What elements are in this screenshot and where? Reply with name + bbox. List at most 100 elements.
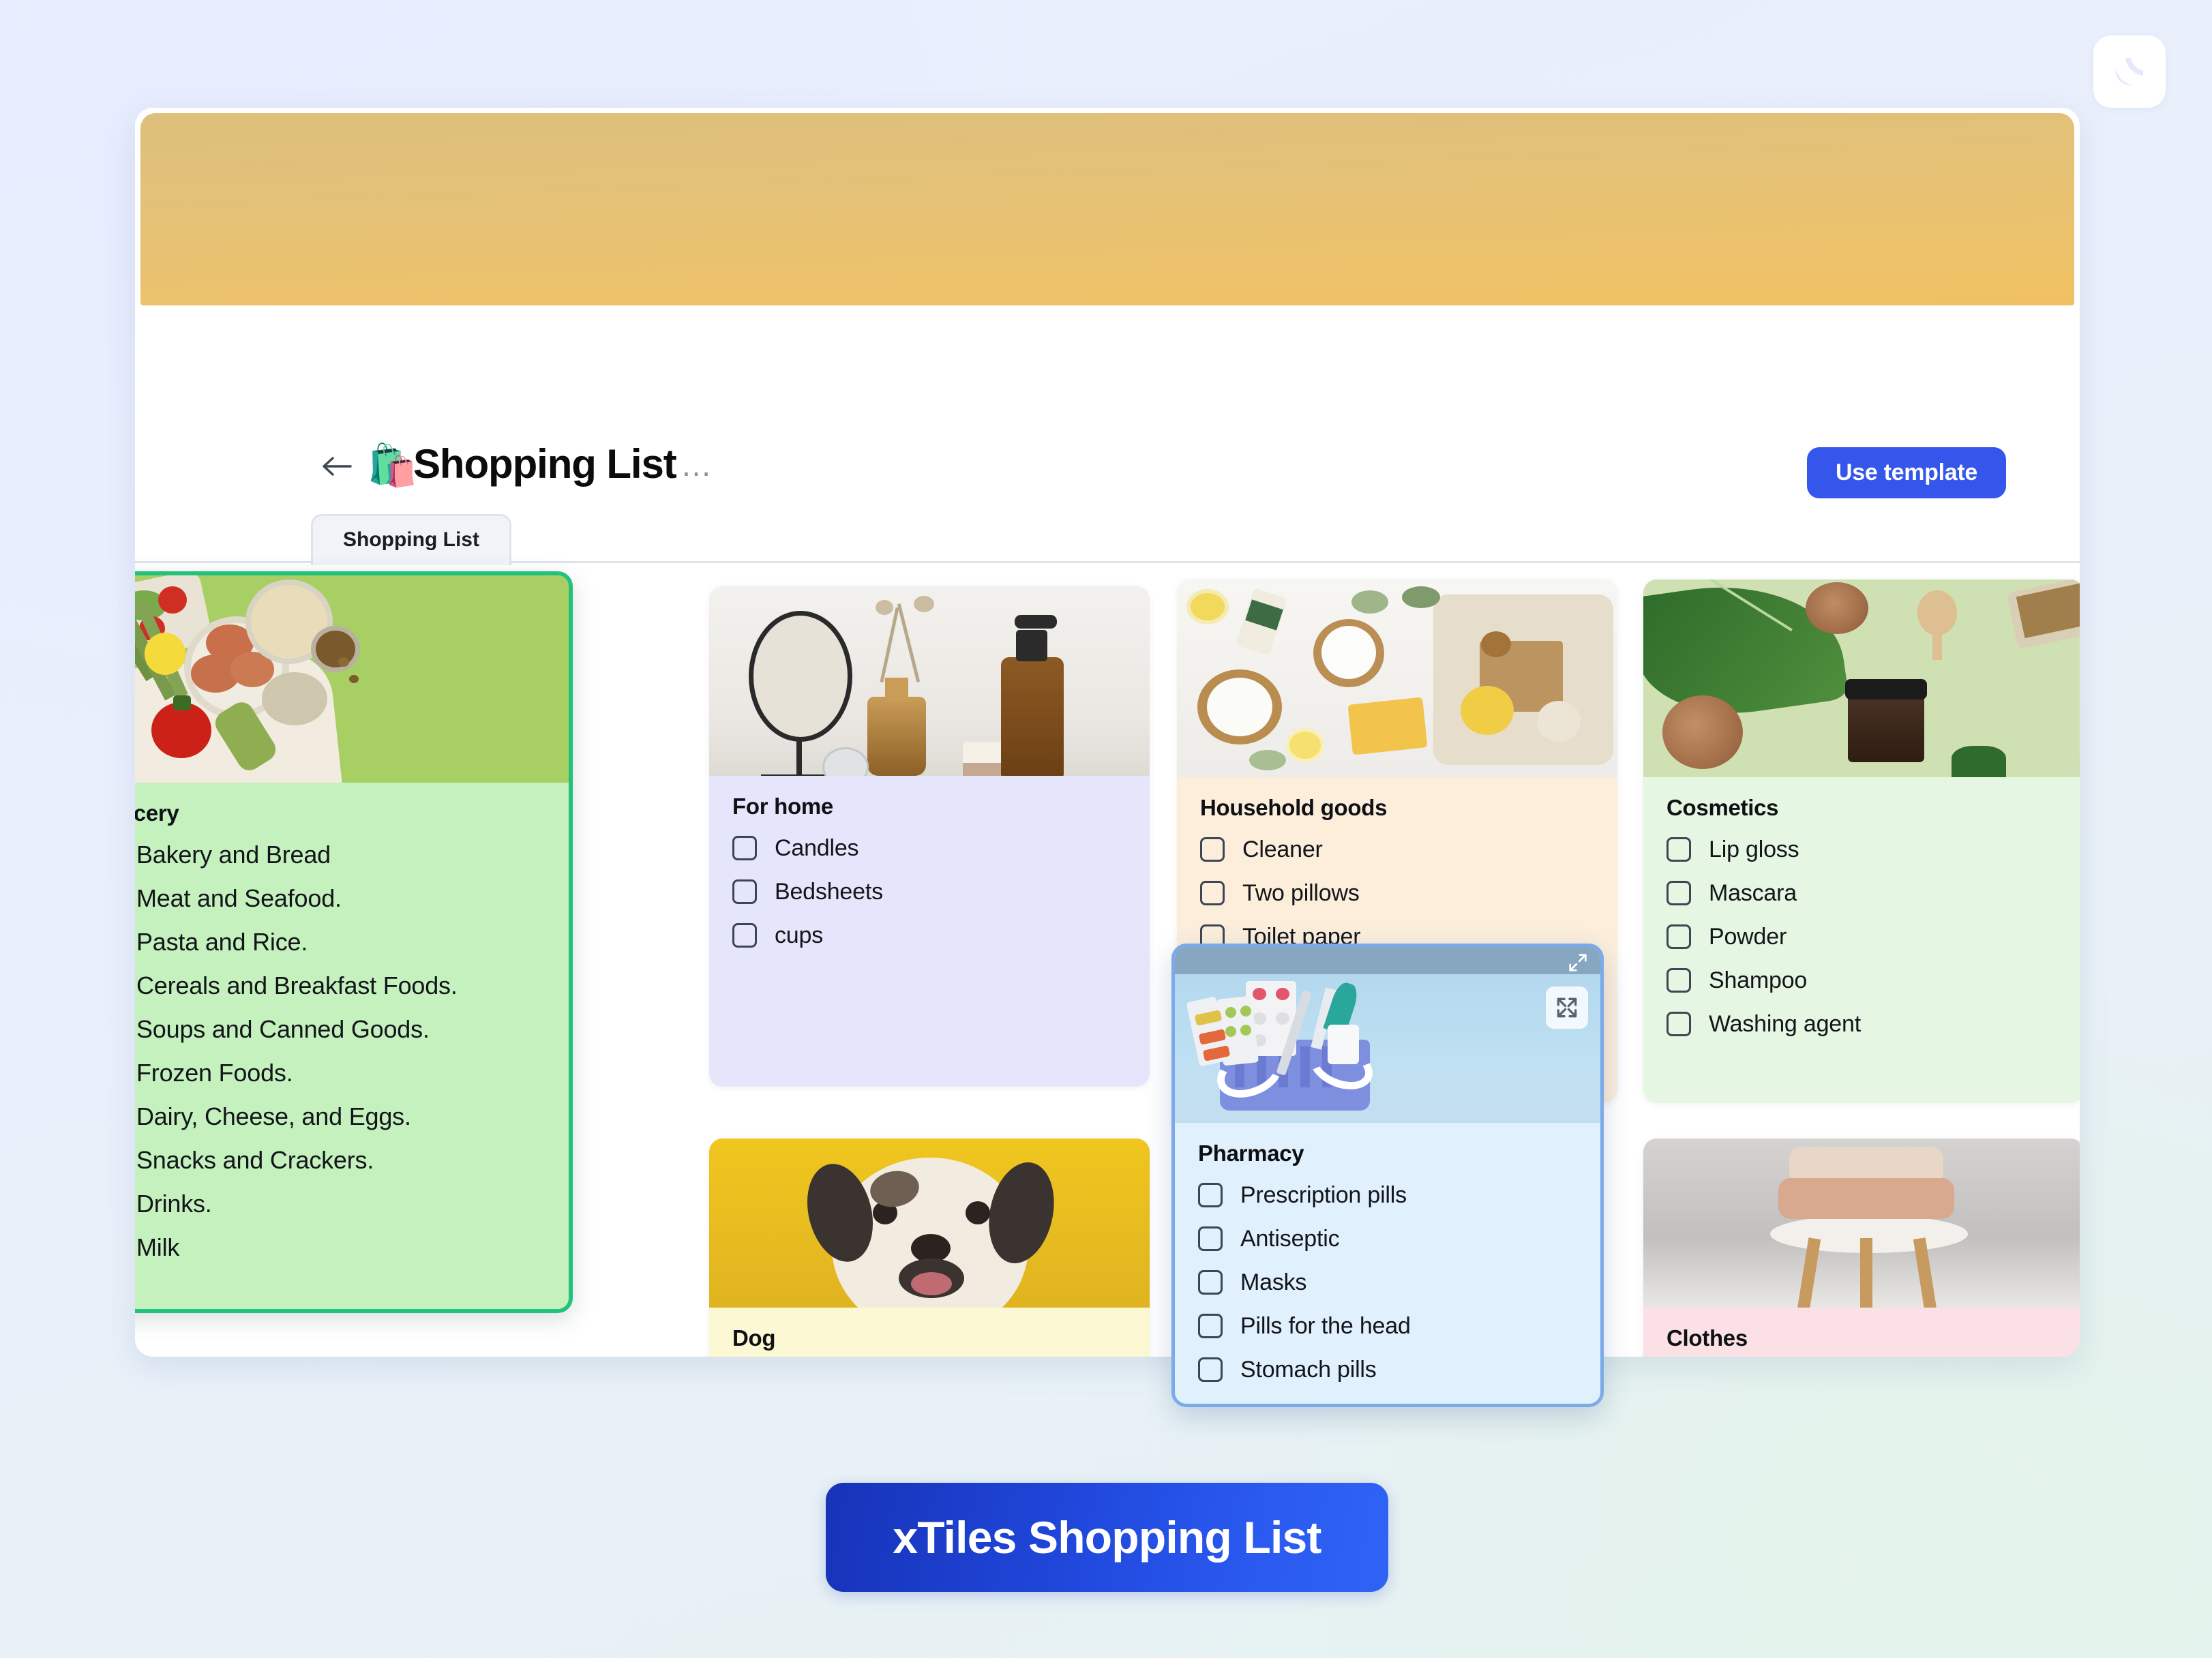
checkbox[interactable] — [732, 923, 757, 948]
grocery-photo — [135, 575, 569, 783]
card-title: Clothes — [1667, 1325, 1748, 1351]
more-options-button[interactable]: … — [681, 449, 713, 481]
list-item[interactable]: Cleaner — [1200, 836, 1597, 863]
grocery-body: Grocery Bakery and Bread Meat and Seafoo… — [135, 783, 569, 1309]
checkbox[interactable] — [1200, 837, 1225, 862]
cover-banner — [140, 113, 2074, 305]
list-item-label: Antiseptic — [1240, 1226, 1340, 1252]
list-item-label: Washing agent — [1709, 1011, 1861, 1037]
list-item-label: Pasta and Rice. — [136, 928, 308, 956]
list-item[interactable]: Snacks and Crackers. — [135, 1147, 548, 1174]
app-window: 🛍️ Shopping List … Use template Shopping… — [135, 108, 2080, 1357]
card-pharmacy-floating[interactable]: Pharmacy Prescription pills Antiseptic M… — [1171, 944, 1604, 1407]
card-title: Cosmetics — [1667, 795, 1779, 820]
checkbox[interactable] — [1667, 924, 1691, 949]
checkbox[interactable] — [1198, 1270, 1223, 1295]
checkbox[interactable] — [732, 879, 757, 904]
checkbox[interactable] — [1198, 1314, 1223, 1338]
pharmacy-drag-handle[interactable] — [1175, 947, 1600, 974]
checkbox[interactable] — [1667, 881, 1691, 905]
checkbox[interactable] — [1200, 881, 1225, 905]
card-cosmetics[interactable]: Cosmetics Lip gloss Mascara Powder Shamp… — [1643, 579, 2080, 1103]
list-item[interactable]: Candles — [732, 834, 1129, 862]
checkbox[interactable] — [1667, 837, 1691, 862]
expand-arrows-icon[interactable] — [1566, 951, 1589, 974]
list-item[interactable]: cups — [732, 922, 1129, 949]
document-emoji: 🛍️ — [367, 442, 418, 488]
checkbox[interactable] — [1667, 968, 1691, 993]
list-item[interactable]: Prescription pills — [1198, 1181, 1580, 1209]
list-item-label: Pills for the head — [1240, 1313, 1411, 1339]
card-dog[interactable]: Dog Dog food Dog snacks — [709, 1139, 1150, 1357]
list-item-label: Lip gloss — [1709, 836, 1799, 862]
tab-shopping-list[interactable]: Shopping List — [311, 514, 511, 565]
list-item-label: Prescription pills — [1240, 1182, 1407, 1208]
list-item[interactable]: Frozen Foods. — [135, 1059, 548, 1087]
list-item[interactable]: Drinks. — [135, 1190, 548, 1218]
xtiles-logo-icon — [2116, 58, 2143, 85]
list-item[interactable]: Meat and Seafood. — [135, 885, 548, 912]
list-item[interactable]: Powder — [1667, 923, 2063, 950]
checkbox[interactable] — [732, 836, 757, 860]
list-item[interactable]: Washing agent — [1667, 1010, 2063, 1038]
list-item[interactable]: Pills for the head — [1198, 1312, 1580, 1340]
use-template-button[interactable]: Use template — [1806, 447, 2006, 498]
for-home-photo — [709, 586, 1150, 776]
card-clothes[interactable]: Clothes — [1643, 1139, 2080, 1357]
list-item[interactable]: Lip gloss — [1667, 836, 2063, 863]
list-item[interactable]: Pasta and Rice. — [135, 929, 548, 956]
list-item[interactable]: Soups and Canned Goods. — [135, 1016, 548, 1043]
list-item[interactable]: Cereals and Breakfast Foods. — [135, 972, 548, 999]
list-item[interactable]: Two pillows — [1200, 879, 1597, 907]
list-item-label: Milk — [136, 1233, 180, 1261]
card-title: For home — [732, 794, 833, 819]
list-item[interactable]: Bakery and Bread — [135, 841, 548, 869]
cosmetics-body: Cosmetics Lip gloss Mascara Powder Shamp… — [1643, 777, 2080, 1103]
list-item-label: Drinks. — [136, 1190, 212, 1218]
list-item[interactable]: Masks — [1198, 1269, 1580, 1296]
pharmacy-photo — [1175, 974, 1600, 1123]
checkbox[interactable] — [1667, 1012, 1691, 1036]
back-button[interactable] — [318, 449, 356, 484]
tab-strip: Shopping List — [135, 514, 2080, 565]
list-item-label: Snacks and Crackers. — [136, 1146, 374, 1174]
pharmacy-body: Pharmacy Prescription pills Antiseptic M… — [1175, 1123, 1600, 1404]
list-item[interactable]: Antiseptic — [1198, 1225, 1580, 1252]
list-item[interactable]: Milk — [135, 1234, 548, 1261]
card-title: Pharmacy — [1198, 1141, 1304, 1166]
card-for-home[interactable]: For home Candles Bedsheets cups — [709, 586, 1150, 1087]
list-item-label: Frozen Foods. — [136, 1059, 293, 1087]
dog-photo — [709, 1139, 1150, 1308]
checkbox[interactable] — [1198, 1183, 1223, 1207]
list-item-label: Stomach pills — [1240, 1357, 1377, 1383]
household-goods-photo — [1177, 579, 1617, 777]
page-title: Shopping List — [413, 441, 677, 487]
list-item-label: Meat and Seafood. — [136, 884, 342, 912]
list-item-label: Cleaner — [1242, 836, 1323, 862]
expand-arrows-icon — [1557, 997, 1577, 1018]
list-item-label: Bakery and Bread — [136, 841, 331, 869]
list-item-label: Powder — [1709, 924, 1787, 950]
list-item[interactable]: Bedsheets — [732, 878, 1129, 905]
list-item-label: Shampoo — [1709, 967, 1808, 993]
dog-body: Dog Dog food Dog snacks — [709, 1308, 1150, 1357]
xtiles-shopping-list-cta[interactable]: xTiles Shopping List — [826, 1483, 1388, 1592]
list-item[interactable]: Shampoo — [1667, 967, 2063, 994]
list-item-label: Mascara — [1709, 880, 1797, 906]
list-item-label: Masks — [1240, 1269, 1307, 1295]
checkbox[interactable] — [1198, 1226, 1223, 1251]
expand-card-button[interactable] — [1546, 986, 1588, 1029]
cards-board: For home Candles Bedsheets cups Househol… — [135, 571, 2080, 1357]
list-item[interactable]: Dairy, Cheese, and Eggs. — [135, 1103, 548, 1130]
list-item-label: cups — [775, 922, 824, 948]
list-item-label: Two pillows — [1242, 880, 1360, 906]
cosmetics-photo — [1643, 579, 2080, 777]
list-item[interactable]: Mascara — [1667, 879, 2063, 907]
clothes-photo — [1643, 1139, 2080, 1308]
xtiles-logo-badge — [2093, 35, 2166, 108]
card-grocery[interactable]: Grocery Bakery and Bread Meat and Seafoo… — [135, 571, 573, 1313]
list-item-label: Bedsheets — [775, 879, 883, 905]
checkbox[interactable] — [1198, 1357, 1223, 1382]
list-item[interactable]: Stomach pills — [1198, 1356, 1580, 1383]
clothes-body: Clothes — [1643, 1308, 2080, 1357]
